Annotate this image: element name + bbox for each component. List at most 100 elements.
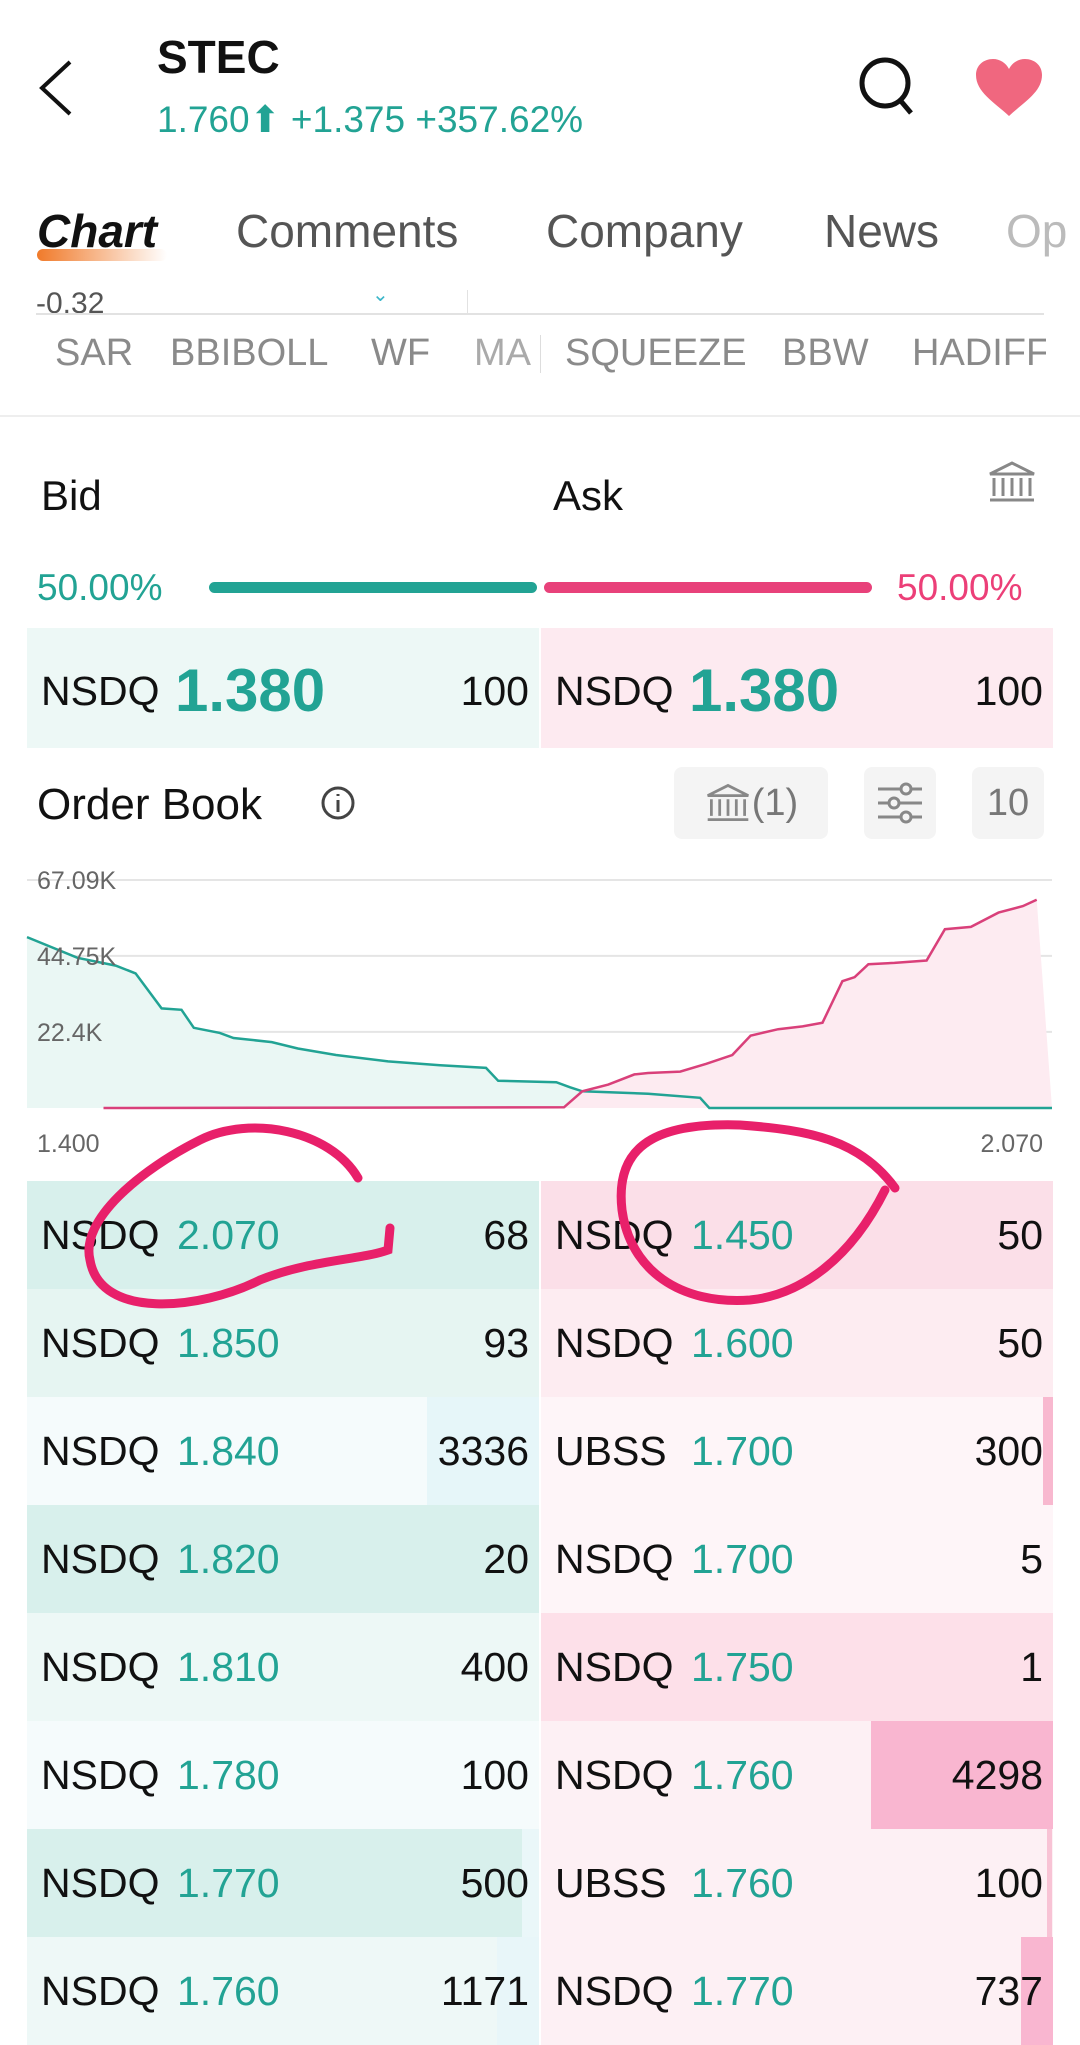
price: 1.700 <box>691 1428 794 1474</box>
size: 500 <box>460 1860 529 1906</box>
depth-bar <box>1043 1397 1053 1505</box>
price: 1.840 <box>177 1428 280 1474</box>
exchange-filter-button[interactable]: (1) <box>674 767 828 839</box>
handwritten-annotation <box>84 1120 900 1309</box>
y-tick-label: 67.09K <box>37 867 117 895</box>
depth-levels-button[interactable]: 10 <box>972 767 1044 839</box>
back-icon[interactable] <box>36 58 76 118</box>
price: 1.780 <box>177 1752 280 1798</box>
size: 5 <box>1020 1536 1043 1582</box>
tab-company[interactable]: Company <box>546 204 743 258</box>
indicator-hadiff[interactable]: HADIFF <box>912 332 1046 375</box>
tab-options[interactable]: Op <box>1006 204 1067 258</box>
chart-divider <box>467 290 468 314</box>
exchange: NSDQ <box>41 1752 160 1798</box>
best-ask-row: NSDQ 1.380 100 <box>541 628 1053 748</box>
size: 3336 <box>437 1428 529 1474</box>
exchange: NSDQ <box>41 1536 160 1582</box>
price: 1.700 <box>691 1536 794 1582</box>
best-bid-price: 1.380 <box>175 657 326 724</box>
sliders-icon <box>878 782 922 824</box>
size: 400 <box>460 1644 529 1690</box>
exchange: NSDQ <box>41 1428 160 1474</box>
price: 1.770 <box>177 1860 280 1906</box>
ask-row[interactable]: NSDQ 1.770 737 <box>541 1937 1053 2045</box>
price: 1.760 <box>691 1860 794 1906</box>
exchange: UBSS <box>555 1428 667 1474</box>
size: 4298 <box>951 1752 1043 1798</box>
chevron-down-icon[interactable]: ⌄ <box>372 282 389 307</box>
price: 1.770 <box>691 1968 794 2014</box>
y-tick-label: 44.75K <box>37 943 117 971</box>
price: 1.750 <box>691 1644 794 1690</box>
price-change-pct: +357.62% <box>415 99 584 140</box>
y-tick-label: 22.4K <box>37 1019 103 1047</box>
heart-icon[interactable] <box>974 58 1044 118</box>
size: 737 <box>974 1968 1043 2014</box>
ask-label: Ask <box>553 472 624 519</box>
indicator-bbiboll[interactable]: BBIBOLL <box>170 332 328 375</box>
ask-row[interactable]: UBSS 1.760 100 <box>541 1829 1053 1937</box>
exchange: NSDQ <box>555 1752 674 1798</box>
section-divider <box>0 415 1080 417</box>
settings-sliders-button[interactable] <box>864 767 936 839</box>
stock-symbol: STEC <box>157 31 280 83</box>
price: 1.760 <box>691 1752 794 1798</box>
indicator-ma[interactable]: MA <box>474 332 536 375</box>
info-icon[interactable] <box>320 785 356 821</box>
size: 1 <box>1020 1644 1043 1690</box>
order-book-title: Order Book <box>37 780 262 829</box>
exchange: NSDQ <box>555 1644 674 1690</box>
bid-row[interactable]: NSDQ 1.780 100 <box>27 1721 539 1829</box>
best-bid-exchange: NSDQ <box>41 668 160 714</box>
ask-ratio-bar <box>544 582 872 593</box>
price: 1.810 <box>177 1644 280 1690</box>
indicator-squeeze[interactable]: SQUEEZE <box>565 332 747 375</box>
bank-icon[interactable] <box>986 460 1038 504</box>
bid-row[interactable]: NSDQ 1.760 1171 <box>27 1937 539 2045</box>
exchange: NSDQ <box>41 1968 160 2014</box>
price: 1.820 <box>177 1536 280 1582</box>
exchange: UBSS <box>555 1860 667 1906</box>
price-line: 1.760⬆ +1.375 +357.62% <box>157 98 583 141</box>
search-icon[interactable] <box>858 56 918 118</box>
indicator-value: -0.32 <box>36 287 105 320</box>
best-ask-size: 100 <box>974 668 1043 714</box>
ask-row[interactable]: UBSS 1.700 300 <box>541 1397 1053 1505</box>
size: 100 <box>974 1860 1043 1906</box>
bank-icon <box>706 783 749 821</box>
chart-bottom-border <box>36 313 1044 315</box>
size: 300 <box>974 1428 1043 1474</box>
exchange: NSDQ <box>555 1536 674 1582</box>
bid-row[interactable]: NSDQ 1.820 20 <box>27 1505 539 1613</box>
indicator-wf[interactable]: WF <box>371 332 430 375</box>
up-arrow-icon: ⬆ <box>249 99 281 140</box>
exchange: NSDQ <box>555 1968 674 2014</box>
indicator-sar[interactable]: SAR <box>55 332 133 375</box>
exchange: NSDQ <box>41 1860 160 1906</box>
tab-news[interactable]: News <box>824 204 939 258</box>
tab-comments[interactable]: Comments <box>236 204 458 258</box>
last-price: 1.760 <box>157 99 250 140</box>
ask-row[interactable]: NSDQ 1.700 5 <box>541 1505 1053 1613</box>
indicator-separator <box>540 335 541 373</box>
indicator-bbw[interactable]: BBW <box>782 332 869 375</box>
ask-row[interactable]: NSDQ 1.760 4298 <box>541 1721 1053 1829</box>
bid-row[interactable]: NSDQ 1.810 400 <box>27 1613 539 1721</box>
best-ask-exchange: NSDQ <box>555 668 674 714</box>
size: 20 <box>483 1536 529 1582</box>
price-change: +1.375 <box>290 99 406 140</box>
best-bid-row: NSDQ 1.380 100 <box>27 628 539 748</box>
ask-percent: 50.00% <box>897 567 1023 608</box>
exchange-count: (1) <box>751 781 799 824</box>
bid-row[interactable]: NSDQ 1.840 3336 <box>27 1397 539 1505</box>
bid-row[interactable]: NSDQ 1.770 500 <box>27 1829 539 1937</box>
bid-ratio-bar <box>209 582 537 593</box>
depth-bar <box>1047 1829 1052 1937</box>
bid-label: Bid <box>41 472 102 519</box>
size: 1171 <box>440 1968 529 2014</box>
ask-row[interactable]: NSDQ 1.750 1 <box>541 1613 1053 1721</box>
exchange: NSDQ <box>41 1644 160 1690</box>
active-tab-indicator <box>37 249 167 261</box>
best-bid-size: 100 <box>460 668 529 714</box>
